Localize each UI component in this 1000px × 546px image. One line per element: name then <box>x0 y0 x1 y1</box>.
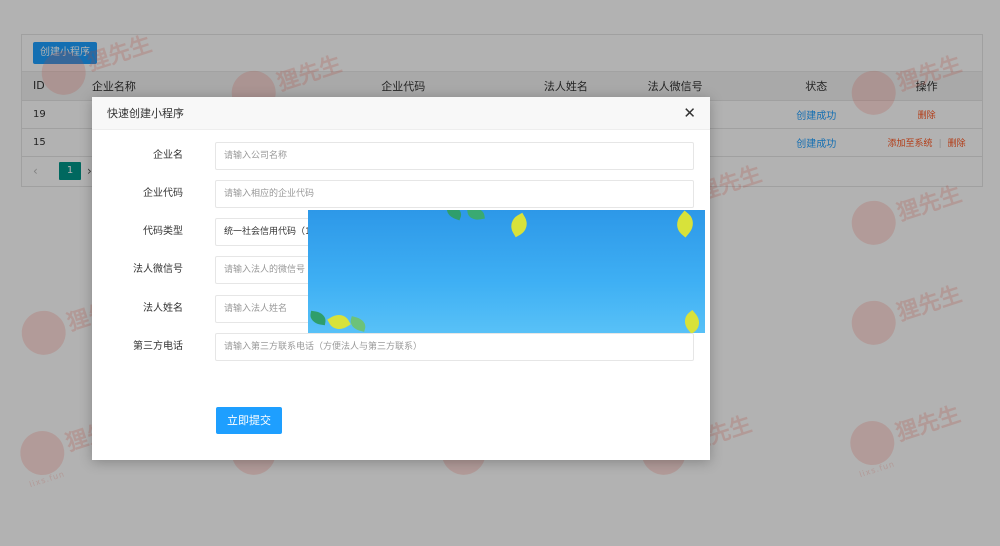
phone-input[interactable]: 请输入第三方联系电话（方便法人与第三方联系） <box>215 333 694 361</box>
close-icon[interactable]: ✕ <box>683 105 696 121</box>
code-type-label: 代码类型 <box>143 226 183 237</box>
leaf-icon <box>327 310 351 333</box>
company-code-input[interactable]: 请输入相应的企业代码 <box>215 180 694 208</box>
decorative-banner-image <box>308 210 705 333</box>
person-name-label: 法人姓名 <box>143 303 183 314</box>
submit-button[interactable]: 立即提交 <box>216 407 282 434</box>
dialog-header: 快速创建小程序 ✕ <box>92 97 710 130</box>
phone-label: 第三方电话 <box>133 341 183 352</box>
leaf-icon <box>348 316 368 332</box>
leaf-icon <box>444 210 464 221</box>
wechat-label: 法人微信号 <box>133 264 183 275</box>
company-name-input[interactable]: 请输入公司名称 <box>215 142 694 170</box>
dialog-title: 快速创建小程序 <box>107 107 184 120</box>
company-code-label: 企业代码 <box>143 188 183 199</box>
leaf-icon <box>467 210 485 222</box>
leaf-icon <box>506 212 532 238</box>
leaf-icon <box>680 309 704 333</box>
company-name-label: 企业名 <box>153 150 183 161</box>
leaf-icon <box>309 310 327 326</box>
form-row-company-name: 企业名 请输入公司名称 <box>92 142 710 170</box>
form-row-company-code: 企业代码 请输入相应的企业代码 <box>92 180 710 208</box>
leaf-icon <box>671 210 699 238</box>
form-row-phone: 第三方电话 请输入第三方联系电话（方便法人与第三方联系） <box>92 333 710 361</box>
